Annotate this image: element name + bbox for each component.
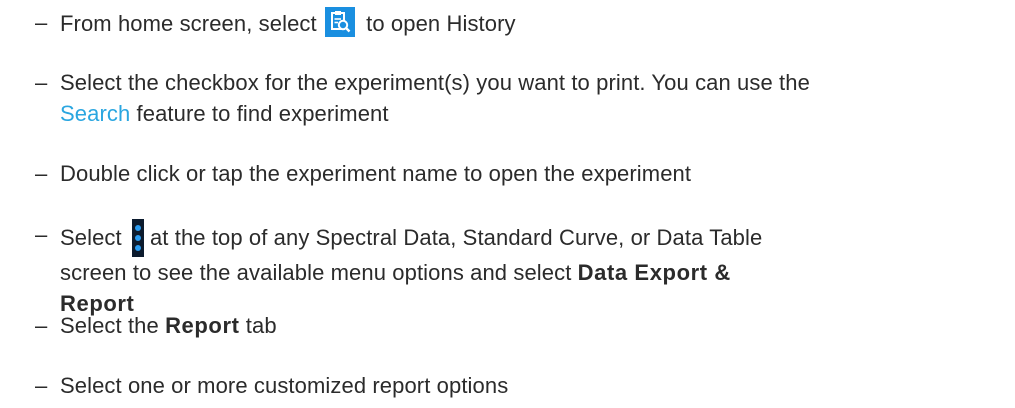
search-link[interactable]: Search <box>60 101 130 126</box>
step-text: feature to find experiment <box>136 101 389 126</box>
step-text: Double click or tap the experiment name … <box>60 161 692 186</box>
step-text: Select the <box>60 313 159 338</box>
step-open-experiment: – Double click or tap the experiment nam… <box>35 158 1005 189</box>
step-text: Select one or more customized report opt… <box>60 373 509 398</box>
step-menu-options: – Select at the top of any Spectral Data… <box>35 219 1005 319</box>
step-text: Select the checkbox for the experiment(s… <box>60 70 810 95</box>
step-text: screen to see the available menu options… <box>60 260 572 285</box>
bullet-dash: – <box>35 313 48 338</box>
step-select-checkbox: – Select the checkbox for the experiment… <box>35 67 1005 129</box>
step-select-report-tab: – Select the Report tab <box>35 310 1005 341</box>
step-text: From home screen, select <box>60 11 317 36</box>
step-text: Select <box>60 225 122 250</box>
vertical-dots-menu-icon[interactable] <box>131 219 144 257</box>
instruction-steps: – From home screen, select to open Histo… <box>0 0 1015 408</box>
bullet-dash: – <box>35 70 48 95</box>
report-tab-label: Report <box>165 313 240 338</box>
bullet-dash: – <box>35 161 48 186</box>
bullet-dash: – <box>35 373 48 398</box>
step-open-history: – From home screen, select to open Histo… <box>35 7 1005 39</box>
step-select-report-options: – Select one or more customized report o… <box>35 370 1005 401</box>
bullet-dash: – <box>35 222 48 247</box>
step-text: to open History <box>366 11 516 36</box>
history-clipboard-search-icon[interactable] <box>324 7 355 37</box>
step-text: at the top of any Spectral Data, Standar… <box>149 225 763 250</box>
bullet-dash: – <box>35 10 48 35</box>
step-text: tab <box>245 313 277 338</box>
